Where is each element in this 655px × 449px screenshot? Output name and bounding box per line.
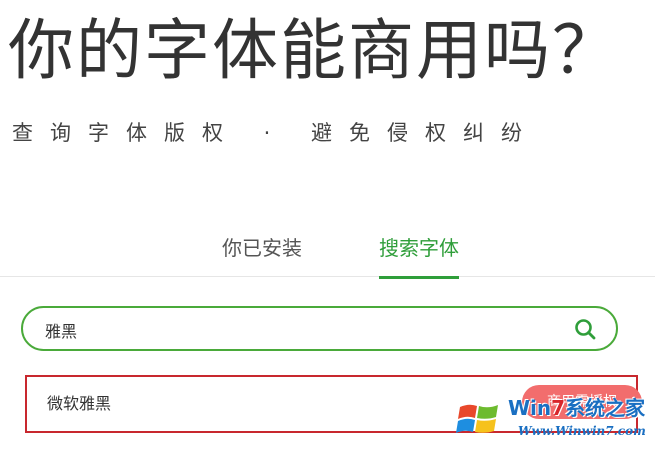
result-row[interactable]: 微软雅黑 商用需授权 <box>25 375 642 433</box>
search-box <box>21 306 618 351</box>
page-subtitle: 查询字体版权 · 避免侵权纠纷 <box>12 121 540 145</box>
result-font-name: 微软雅黑 <box>47 394 112 413</box>
font-license-page: 你的字体能商用吗？ 查询字体版权 · 避免侵权纠纷 你已安装 搜索字体 微软雅黑… <box>0 0 655 449</box>
page-title: 你的字体能商用吗？ <box>8 12 620 89</box>
tab-search-fonts[interactable]: 搜索字体 <box>379 234 459 279</box>
tab-installed[interactable]: 你已安装 <box>222 234 302 270</box>
search-input[interactable] <box>43 308 567 351</box>
license-badge[interactable]: 商用需授权 <box>522 385 642 419</box>
search-icon[interactable] <box>574 318 596 340</box>
tab-bar: 你已安装 搜索字体 <box>0 230 655 279</box>
